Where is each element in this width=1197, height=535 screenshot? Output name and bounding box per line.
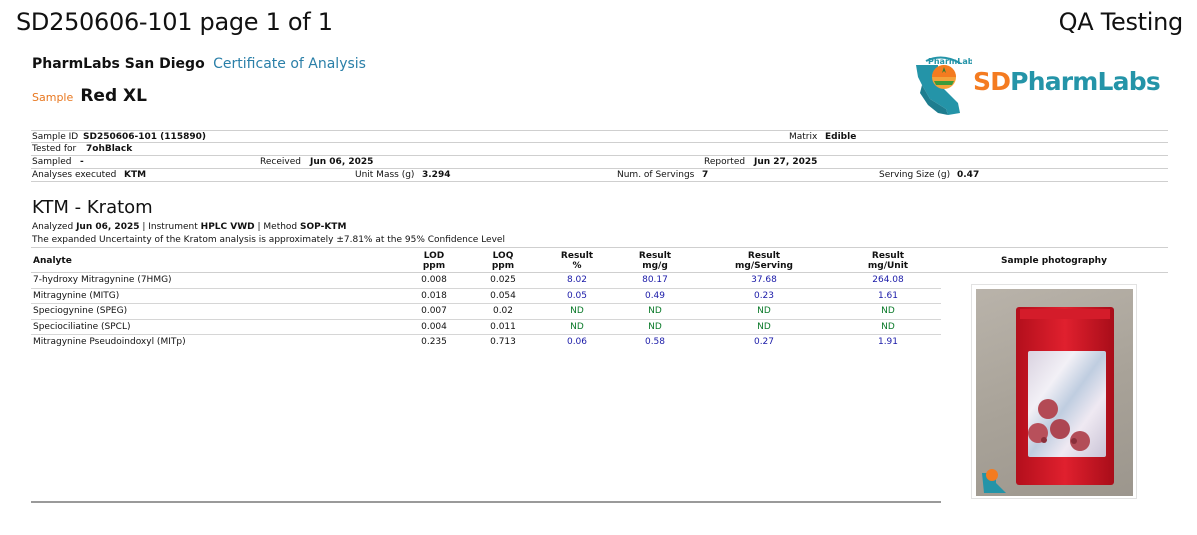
- info-row-tested-for: Tested for 7ohBlack: [31, 143, 1168, 156]
- info-row-analyses: Analyses executed KTM Unit Mass (g) 3.29…: [31, 169, 1168, 182]
- cell-mgunit: 1.91: [877, 337, 899, 347]
- document-type: Certificate of Analysis: [213, 56, 366, 72]
- section-title: KTM - Kratom: [32, 197, 153, 218]
- cell-mgserv: ND: [757, 321, 771, 332]
- cell-pct: ND: [570, 306, 584, 316]
- header-lod: LOD ppm: [422, 251, 446, 271]
- cell-mgunit: ND: [881, 321, 895, 332]
- svg-text:PharmLabs: PharmLabs: [928, 57, 972, 66]
- cell-mgg: ND: [648, 321, 662, 332]
- info-row-sample-id: Sample ID SD250606-101 (115890) Matrix E…: [31, 130, 1168, 143]
- cell-mgg: 0.49: [644, 290, 666, 301]
- header-loq: LOQ ppm: [491, 251, 515, 271]
- cell-mgserv: 0.27: [753, 337, 775, 347]
- cell-lod: 0.008: [421, 275, 447, 285]
- header-result-mgunit: Result mg/Unit: [867, 251, 909, 271]
- sample-header: Sample Red XL: [32, 86, 147, 106]
- sample-photo: [976, 289, 1133, 496]
- table-row: Mitragynine (MITG) 0.018 0.054 0.05 0.49 0.23…: [31, 289, 941, 304]
- bottom-divider: [31, 501, 941, 503]
- cell-lod: 0.018: [421, 290, 447, 301]
- cell-loq: 0.02: [492, 306, 514, 316]
- cell-pct: 0.05: [566, 290, 588, 301]
- info-row-dates: Sampled - Received Jun 06, 2025 Reported…: [31, 156, 1168, 169]
- cell-mgg: ND: [648, 306, 662, 316]
- table-row: Speciogynine (SPEG) 0.007 0.02 ND ND ND ND: [31, 304, 941, 320]
- header-result-mgserving: Result mg/Serving: [735, 251, 793, 271]
- cell-mgunit: 264.08: [872, 275, 904, 285]
- cell-pct: ND: [570, 321, 584, 332]
- cell-loq: 0.054: [490, 290, 516, 301]
- analyte-name: Mitragynine Pseudoindoxyl (MITp): [33, 337, 186, 347]
- header-result-mgg: Result mg/g: [638, 251, 672, 271]
- analysis-details: Analyzed Jun 06, 2025 | Instrument HPLC …: [32, 222, 347, 232]
- analyte-name: Speciociliatine (SPCL): [33, 321, 131, 332]
- cell-loq: 0.713: [490, 337, 516, 347]
- cell-loq: 0.011: [490, 321, 516, 332]
- cell-mgg: 80.17: [642, 275, 668, 285]
- cell-lod: 0.004: [421, 321, 447, 332]
- cell-pct: 0.06: [566, 337, 588, 347]
- cell-loq: 0.025: [490, 275, 516, 285]
- sample-package-image: [982, 307, 1114, 493]
- cell-mgserv: 0.23: [753, 290, 775, 301]
- logo-wordmark: SDPharmLabs: [973, 67, 1161, 96]
- sample-label: Sample: [32, 91, 74, 104]
- analyte-name: 7-hydroxy Mitragynine (7HMG): [33, 275, 172, 285]
- lab-logo: PharmLabs SDPharmLabs: [908, 55, 1168, 119]
- table-row: Speciociliatine (SPCL) 0.004 0.011 ND ND ND ND: [31, 320, 941, 335]
- cell-mgunit: 1.61: [877, 290, 899, 301]
- uncertainty-note: The expanded Uncertainty of the Kratom a…: [32, 235, 505, 245]
- results-table-header: Analyte LOD ppm LOQ ppm Result% Result mg/g…: [31, 247, 1168, 273]
- table-row: Mitragynine Pseudoindoxyl (MITp) 0.235 0.7…: [31, 335, 941, 351]
- cell-mgserv: 37.68: [751, 275, 777, 285]
- analyte-name: Speciogynine (SPEG): [33, 306, 128, 316]
- header-sample-photo: Sample photography: [1001, 256, 1107, 266]
- cell-pct: 8.02: [566, 275, 588, 285]
- results-table-body: 7-hydroxy Mitragynine (7HMG) 0.008 0.025 8.…: [31, 273, 941, 351]
- page-title: SD250606-101 page 1 of 1: [16, 8, 333, 36]
- cell-mgg: 0.58: [644, 337, 666, 347]
- lab-header: PharmLabs San Diego Certificate of Analy…: [32, 56, 366, 72]
- table-row: 7-hydroxy Mitragynine (7HMG) 0.008 0.025 8.…: [31, 273, 941, 289]
- sample-info: Sample ID SD250606-101 (115890) Matrix E…: [31, 130, 1168, 182]
- sample-photo-frame: [971, 284, 1137, 499]
- cell-mgserv: ND: [757, 306, 771, 316]
- header-result-pct: Result%: [560, 251, 594, 271]
- analyte-name: Mitragynine (MITG): [33, 290, 120, 301]
- header-analyte: Analyte: [33, 256, 72, 266]
- california-map-icon: PharmLabs: [916, 56, 978, 115]
- cell-lod: 0.007: [421, 306, 447, 316]
- sample-name: Red XL: [80, 86, 147, 106]
- cell-mgunit: ND: [881, 306, 895, 316]
- report-type: QA Testing: [1058, 8, 1184, 36]
- cell-lod: 0.235: [421, 337, 447, 347]
- photo-watermark-logo: [982, 469, 1006, 493]
- lab-name: PharmLabs San Diego: [32, 56, 205, 72]
